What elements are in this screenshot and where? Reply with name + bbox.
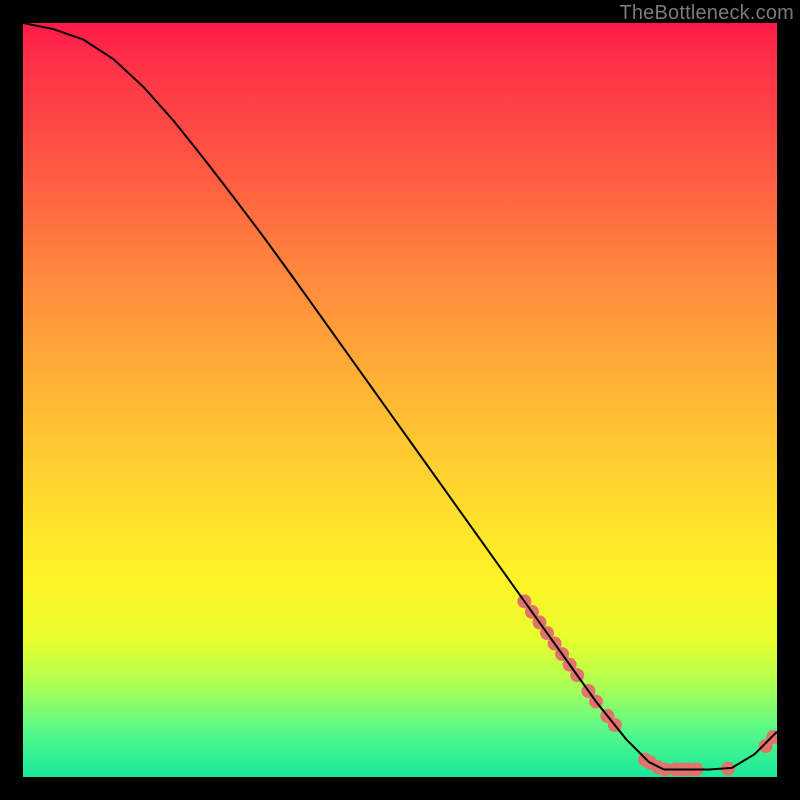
watermark-text: TheBottleneck.com: [619, 2, 794, 25]
data-markers: [517, 594, 777, 776]
bottleneck-curve: [23, 23, 777, 769]
chart-stage: TheBottleneck.com: [0, 0, 800, 800]
chart-svg: [23, 23, 777, 777]
plot-area: [23, 23, 777, 777]
